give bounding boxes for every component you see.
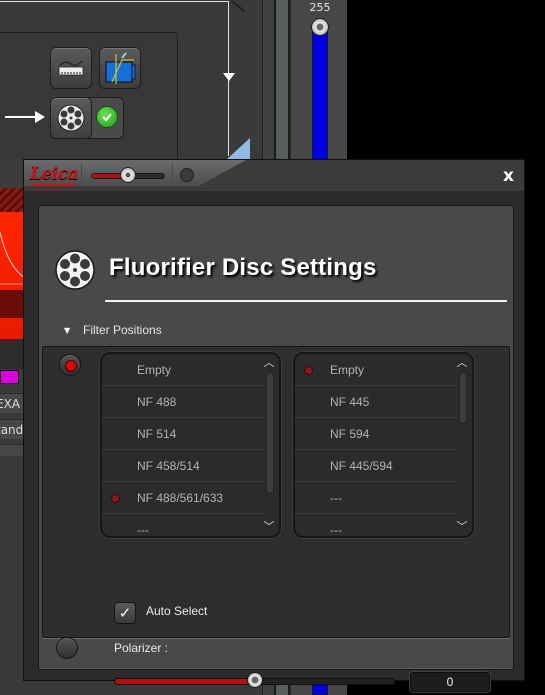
polarizer-slider-fill [115, 679, 255, 684]
list-item[interactable]: NF 445/594 [295, 450, 457, 482]
dye-color-swatch[interactable] [0, 370, 19, 384]
auto-select-label[interactable]: Auto Select [146, 604, 207, 618]
vertical-slider-value: 255 [309, 1, 331, 14]
pin-button[interactable] [180, 168, 194, 182]
section-filter-positions[interactable]: Filter Positions [83, 323, 162, 337]
filter-strip-icon [58, 60, 84, 76]
scroll-up-icon[interactable]: ︿ [456, 357, 468, 368]
spectrum-axis [0, 290, 25, 318]
filter-wheel-1-list[interactable]: --- NF 488/561/633 NF 458/514 NF 514 NF 488 E… [100, 352, 281, 538]
page-title: Fluorifier Disc Settings [109, 254, 377, 281]
fluorifier-disc-settings-dialog: Leica x Fluorifier Disc Settings ▼ Filte… [23, 159, 525, 692]
auto-select-checkbox[interactable]: ✓ [114, 602, 136, 624]
polarizer-label: Polarizer : [114, 641, 169, 655]
polarizer-slider-thumb[interactable] [246, 672, 263, 688]
list-item[interactable]: NF 458/514 [102, 450, 264, 482]
list-item-label: NF 488/561/633 [137, 491, 224, 505]
list-item-label: NF 458/514 [137, 459, 200, 473]
filter-wheel-icon [57, 104, 85, 132]
list-item-label: Empty [330, 363, 365, 377]
filter-wheel-radio[interactable] [59, 354, 81, 376]
background-row [0, 444, 25, 456]
filter-wheel-icon [55, 250, 95, 290]
list-item[interactable]: NF 488/561/633 [102, 482, 264, 514]
list-item-label: --- [330, 523, 342, 537]
filter-strip-button[interactable] [50, 47, 92, 89]
scrollbar-thumb[interactable] [266, 372, 274, 494]
fluorifier-disc-button[interactable] [50, 97, 92, 139]
list-item[interactable]: --- [102, 514, 264, 537]
check-icon: ✓ [118, 604, 132, 622]
list-item[interactable]: NF 488 [102, 386, 264, 418]
leica-logo: Leica [30, 164, 79, 184]
list-item-label: --- [137, 523, 149, 537]
detector-button[interactable] [99, 47, 141, 89]
list-item-label: NF 594 [330, 427, 370, 441]
title-divider [105, 300, 507, 302]
scrollbar-thumb[interactable] [459, 372, 467, 424]
corner-resize-handle[interactable] [226, 138, 250, 160]
list-item-label: NF 514 [137, 427, 177, 441]
leica-logo-underline [30, 184, 76, 186]
list-item[interactable]: --- [295, 482, 457, 514]
list-item-label: NF 445/594 [330, 459, 393, 473]
list-item[interactable]: --- [295, 514, 457, 537]
filter-positions-panel: --- NF 488/561/633 NF 458/514 NF 514 NF 488 E… [42, 346, 510, 638]
panel-gap [0, 339, 25, 369]
panel-header [0, 160, 25, 188]
filter-wheel-2-list[interactable]: --- --- NF 445/594 NF 594 NF 445 Empty ︿ ﹀ [293, 352, 474, 538]
active-position-indicator-icon [111, 494, 120, 503]
list-item-label: NF 488 [137, 395, 177, 409]
background-left-strip: EXA tand [0, 160, 25, 460]
list-item[interactable]: NF 445 [295, 386, 457, 418]
mode-label[interactable]: tand [0, 419, 25, 439]
vertical-slider-thumb[interactable] [311, 18, 329, 36]
list-item[interactable]: NF 514 [102, 418, 264, 450]
list-item-label: --- [330, 491, 342, 505]
dialog-content: Fluorifier Disc Settings ▼ Filter Positi… [38, 205, 514, 692]
scroll-up-icon[interactable]: ︿ [263, 357, 275, 368]
polarizer-radio[interactable] [56, 637, 78, 659]
flow-arrow-right-icon [5, 111, 45, 123]
opacity-slider-thumb[interactable] [120, 167, 136, 183]
hatched-region [0, 188, 25, 212]
list-item[interactable]: NF 594 [295, 418, 457, 450]
flow-arrow-down-icon [223, 73, 235, 81]
screen: 255 XA and Leica x Fluorifier Disc Setti… [0, 0, 545, 695]
collapse-triangle-icon[interactable]: ▼ [64, 326, 70, 335]
polarizer-value-field[interactable]: 0 [410, 672, 490, 692]
list-item-label: Empty [137, 363, 172, 377]
list-item[interactable]: Empty [102, 354, 264, 386]
titlebar-separator [172, 163, 173, 188]
list-item[interactable]: Empty [295, 354, 457, 386]
titlebar-separator [81, 163, 82, 188]
scroll-down-icon[interactable]: ﹀ [263, 521, 275, 532]
flow-line [0, 1, 228, 2]
emission-curve [0, 231, 25, 285]
list-item-label: NF 445 [330, 395, 370, 409]
dialog-titlebar[interactable]: Leica x [24, 160, 524, 191]
dye-label[interactable]: EXA [0, 393, 25, 413]
active-check-icon [96, 106, 118, 128]
close-button[interactable]: x [503, 166, 514, 186]
scroll-down-icon[interactable]: ﹀ [456, 521, 468, 532]
active-position-indicator-icon [304, 366, 313, 375]
spectrum-detector-icon [105, 52, 136, 84]
